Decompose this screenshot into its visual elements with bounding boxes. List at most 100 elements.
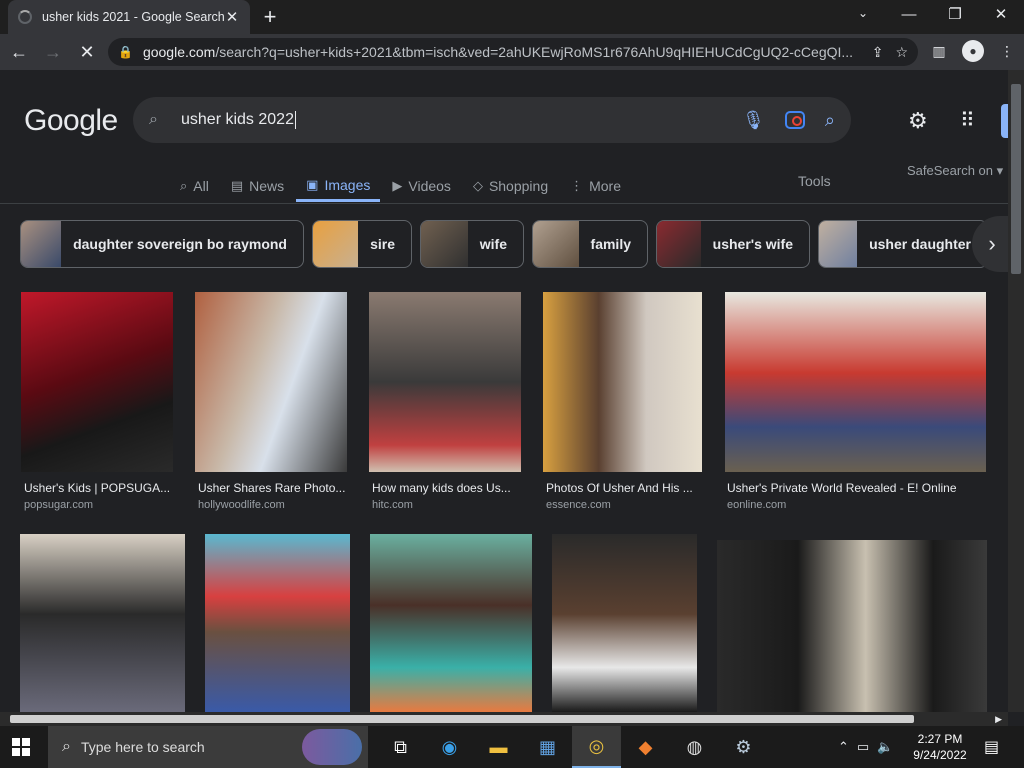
settings-gear-icon[interactable]: ⚙ [908, 108, 928, 134]
tab-videos[interactable]: ▶ Videos [392, 170, 451, 202]
result-caption[interactable]: How many kids does Us... [372, 481, 522, 495]
result-caption[interactable]: Photos Of Usher And His ... [546, 481, 702, 495]
chip-sire[interactable]: sire [312, 220, 412, 268]
bookmark-star-icon[interactable]: ☆ [895, 44, 908, 61]
browser-toolbar: ← → ✕ 🔒 google.com/search?q=usher+kids+2… [0, 34, 1024, 70]
result-caption[interactable]: Usher Shares Rare Photo... [198, 481, 348, 495]
tab-title: usher kids 2021 - Google Search [42, 10, 224, 24]
tab-all[interactable]: ⌕ All [180, 170, 209, 202]
search-icon: ⌕ [180, 178, 188, 193]
safesearch-toggle[interactable]: SafeSearch on ▾ [907, 163, 1003, 179]
screen: usher kids 2021 - Google Search ✕ + ⌄ — … [0, 0, 1024, 768]
result-image-6[interactable] [20, 534, 185, 712]
chip-family[interactable]: family [532, 220, 648, 268]
result-image-8[interactable] [370, 534, 532, 712]
microsoft-store-icon[interactable]: ▦ [523, 726, 572, 768]
result-caption[interactable]: Usher's Kids | POPSUGA... [24, 481, 174, 495]
text-cursor [294, 110, 296, 129]
sign-in-button[interactable] [1001, 104, 1008, 138]
lock-icon[interactable]: 🔒 [118, 45, 133, 59]
window-controls: — ❐ ✕ [886, 0, 1024, 30]
notifications-icon[interactable]: ▤ [984, 737, 999, 757]
tag-icon: ◇ [472, 178, 483, 193]
taskbar-search-box[interactable]: ⌕ Type here to search [48, 726, 368, 768]
clock-time: 2:27 PM [917, 732, 963, 746]
chip-label: daughter sovereign bo raymond [73, 236, 287, 252]
chrome-browser-icon[interactable]: ◎ [572, 726, 621, 768]
forward-icon[interactable]: → [38, 42, 68, 63]
volume-icon[interactable]: 🔈 [877, 739, 893, 755]
scroll-right-arrow-icon[interactable]: ▶ [995, 712, 1002, 726]
close-window-icon[interactable]: ✕ [978, 0, 1024, 30]
search-submit-icon[interactable]: ⌕ [825, 110, 835, 131]
search-box[interactable]: ⌕ usher kids 2022 🎙 ⌕ [133, 97, 851, 143]
result-image-4[interactable] [543, 292, 702, 472]
related-search-chips: daughter sovereign bo raymond sire wife … [20, 220, 988, 268]
chip-label: family [590, 236, 631, 252]
tab-label: Videos [408, 178, 451, 194]
tab-more[interactable]: ⋮ More [570, 170, 621, 202]
tab-images[interactable]: ▣ Images [296, 170, 381, 202]
taskbar-clock[interactable]: 2:27 PM 9/24/2022 [906, 731, 974, 763]
result-image-5[interactable] [725, 292, 986, 472]
tools-button[interactable]: Tools [798, 173, 831, 189]
result-caption[interactable]: Usher's Private World Revealed - E! Onli… [727, 481, 987, 495]
image-icon: ▣ [306, 176, 319, 192]
tab-search-chevron-icon[interactable]: ⌄ [852, 6, 874, 20]
result-image-2[interactable] [195, 292, 347, 472]
chip-thumbnail [21, 221, 62, 267]
image-thumbnail [195, 292, 347, 472]
result-image-1[interactable] [21, 292, 173, 472]
windows-start-icon[interactable] [12, 738, 30, 756]
address-bar[interactable]: 🔒 google.com/search?q=usher+kids+2021&tb… [108, 38, 918, 66]
file-explorer-icon[interactable]: ▬ [474, 726, 523, 768]
chip-daughter-sovereign[interactable]: daughter sovereign bo raymond [20, 220, 304, 268]
task-view-icon[interactable]: ⧉ [376, 726, 425, 768]
result-image-3[interactable] [369, 292, 521, 472]
result-image-9[interactable] [552, 534, 697, 712]
new-tab-button[interactable]: + [258, 5, 282, 29]
back-icon[interactable]: ← [4, 42, 34, 63]
chrome-menu-icon[interactable]: ⋮ [996, 40, 1018, 62]
chip-ushers-wife[interactable]: usher's wife [656, 220, 810, 268]
result-source: eonline.com [727, 499, 787, 511]
horizontal-scrollbar-thumb[interactable] [10, 715, 914, 723]
minimize-icon[interactable]: — [886, 0, 932, 30]
vertical-scrollbar-thumb[interactable] [1011, 84, 1021, 274]
close-tab-icon[interactable]: ✕ [224, 8, 240, 26]
safesearch-label: SafeSearch on [907, 163, 994, 178]
vertical-scrollbar[interactable] [1008, 70, 1024, 712]
tab-news[interactable]: ▤ News [231, 170, 284, 202]
loading-spinner-icon [18, 10, 32, 24]
profile-avatar-icon[interactable]: ● [962, 40, 984, 62]
result-image-7[interactable] [205, 534, 350, 712]
steam-icon[interactable]: ⚙ [719, 726, 768, 768]
network-icon[interactable]: ▭ [857, 739, 869, 755]
share-icon[interactable]: ⇪ [872, 44, 884, 61]
google-logo[interactable]: Google [24, 104, 118, 138]
app-flame-icon[interactable]: ◆ [621, 726, 670, 768]
divider [0, 203, 1008, 204]
tab-label: All [193, 178, 209, 194]
result-image-10[interactable] [717, 540, 987, 712]
restore-icon[interactable]: ❐ [932, 0, 978, 30]
camera-lens-icon[interactable] [784, 111, 805, 129]
apps-grid-icon[interactable]: ⠿ [960, 108, 975, 133]
side-panel-icon[interactable]: ▥ [928, 40, 950, 62]
scrollbar-corner [1008, 712, 1024, 726]
result-source: hitc.com [372, 499, 413, 511]
browser-tab[interactable]: usher kids 2021 - Google Search ✕ [8, 0, 250, 34]
chip-usher-daughter[interactable]: usher daughter [818, 220, 988, 268]
more-vert-icon: ⋮ [570, 178, 584, 193]
microphone-icon[interactable]: 🎙 [742, 110, 765, 131]
edge-browser-icon[interactable]: ◉ [425, 726, 474, 768]
show-hidden-icons-chevron-icon[interactable]: ⌃ [838, 739, 849, 755]
address-bar-actions: ⇪ ☆ [872, 44, 908, 61]
tab-shopping[interactable]: ◇ Shopping [473, 170, 548, 202]
chip-wife[interactable]: wife [420, 220, 524, 268]
search-input[interactable]: usher kids 2022 [181, 110, 742, 129]
horizontal-scrollbar[interactable]: ▶ [0, 712, 1008, 726]
stop-loading-icon[interactable]: ✕ [72, 42, 102, 63]
taskbar-apps: ⧉ ◉ ▬ ▦ ◎ ◆ ◍ ⚙ [376, 726, 768, 768]
obs-studio-icon[interactable]: ◍ [670, 726, 719, 768]
